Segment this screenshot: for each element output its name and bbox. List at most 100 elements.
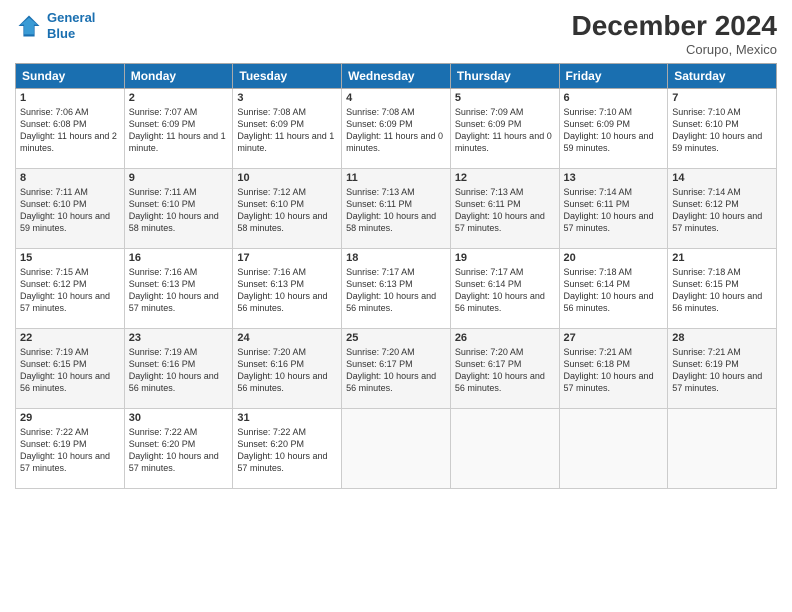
table-row: 26 Sunrise: 7:20 AM Sunset: 6:17 PM Dayl… bbox=[450, 329, 559, 409]
table-row: 5 Sunrise: 7:09 AM Sunset: 6:09 PM Dayli… bbox=[450, 89, 559, 169]
sunrise-label: Sunrise: 7:13 AM bbox=[346, 187, 415, 197]
day-number: 1 bbox=[20, 92, 120, 104]
table-row: 22 Sunrise: 7:19 AM Sunset: 6:15 PM Dayl… bbox=[16, 329, 125, 409]
day-info: Sunrise: 7:11 AM Sunset: 6:10 PM Dayligh… bbox=[20, 186, 120, 235]
sunset-label: Sunset: 6:19 PM bbox=[20, 439, 87, 449]
daylight-label: Daylight: 10 hours and 57 minutes. bbox=[237, 451, 327, 473]
day-info: Sunrise: 7:10 AM Sunset: 6:09 PM Dayligh… bbox=[564, 106, 664, 155]
logo-blue: Blue bbox=[47, 26, 75, 41]
sunset-label: Sunset: 6:11 PM bbox=[455, 199, 521, 209]
daylight-label: Daylight: 10 hours and 57 minutes. bbox=[564, 211, 654, 233]
day-number: 31 bbox=[237, 412, 337, 424]
title-block: December 2024 Corupo, Mexico bbox=[572, 10, 777, 57]
logo-icon bbox=[15, 12, 43, 40]
sunset-label: Sunset: 6:20 PM bbox=[237, 439, 304, 449]
daylight-label: Daylight: 10 hours and 56 minutes. bbox=[237, 291, 327, 313]
sunrise-label: Sunrise: 7:06 AM bbox=[20, 107, 89, 117]
day-info: Sunrise: 7:10 AM Sunset: 6:10 PM Dayligh… bbox=[672, 106, 772, 155]
table-row: 28 Sunrise: 7:21 AM Sunset: 6:19 PM Dayl… bbox=[668, 329, 777, 409]
day-number: 23 bbox=[129, 332, 229, 344]
day-number: 16 bbox=[129, 252, 229, 264]
day-number: 18 bbox=[346, 252, 446, 264]
sunset-label: Sunset: 6:09 PM bbox=[237, 119, 304, 129]
sunrise-label: Sunrise: 7:21 AM bbox=[564, 347, 633, 357]
table-row: 25 Sunrise: 7:20 AM Sunset: 6:17 PM Dayl… bbox=[342, 329, 451, 409]
daylight-label: Daylight: 10 hours and 56 minutes. bbox=[237, 371, 327, 393]
day-info: Sunrise: 7:06 AM Sunset: 6:08 PM Dayligh… bbox=[20, 106, 120, 155]
day-number: 25 bbox=[346, 332, 446, 344]
sunrise-label: Sunrise: 7:09 AM bbox=[455, 107, 524, 117]
day-info: Sunrise: 7:09 AM Sunset: 6:09 PM Dayligh… bbox=[455, 106, 555, 155]
day-number: 24 bbox=[237, 332, 337, 344]
location: Corupo, Mexico bbox=[572, 42, 777, 57]
daylight-label: Daylight: 10 hours and 56 minutes. bbox=[455, 291, 545, 313]
table-row: 16 Sunrise: 7:16 AM Sunset: 6:13 PM Dayl… bbox=[124, 249, 233, 329]
day-number: 2 bbox=[129, 92, 229, 104]
day-info: Sunrise: 7:21 AM Sunset: 6:19 PM Dayligh… bbox=[672, 346, 772, 395]
day-info: Sunrise: 7:18 AM Sunset: 6:15 PM Dayligh… bbox=[672, 266, 772, 315]
daylight-label: Daylight: 10 hours and 56 minutes. bbox=[346, 291, 436, 313]
day-number: 8 bbox=[20, 172, 120, 184]
day-number: 28 bbox=[672, 332, 772, 344]
table-row: 23 Sunrise: 7:19 AM Sunset: 6:16 PM Dayl… bbox=[124, 329, 233, 409]
sunrise-label: Sunrise: 7:19 AM bbox=[20, 347, 89, 357]
sunrise-label: Sunrise: 7:20 AM bbox=[346, 347, 415, 357]
table-row: 10 Sunrise: 7:12 AM Sunset: 6:10 PM Dayl… bbox=[233, 169, 342, 249]
day-info: Sunrise: 7:22 AM Sunset: 6:19 PM Dayligh… bbox=[20, 426, 120, 475]
table-row: 15 Sunrise: 7:15 AM Sunset: 6:12 PM Dayl… bbox=[16, 249, 125, 329]
day-info: Sunrise: 7:07 AM Sunset: 6:09 PM Dayligh… bbox=[129, 106, 229, 155]
day-number: 27 bbox=[564, 332, 664, 344]
sunset-label: Sunset: 6:09 PM bbox=[455, 119, 522, 129]
sunrise-label: Sunrise: 7:16 AM bbox=[129, 267, 198, 277]
daylight-label: Daylight: 10 hours and 56 minutes. bbox=[129, 371, 219, 393]
daylight-label: Daylight: 10 hours and 58 minutes. bbox=[129, 211, 219, 233]
sunset-label: Sunset: 6:14 PM bbox=[455, 279, 522, 289]
day-info: Sunrise: 7:16 AM Sunset: 6:13 PM Dayligh… bbox=[129, 266, 229, 315]
table-row: 4 Sunrise: 7:08 AM Sunset: 6:09 PM Dayli… bbox=[342, 89, 451, 169]
sunset-label: Sunset: 6:16 PM bbox=[129, 359, 196, 369]
day-info: Sunrise: 7:13 AM Sunset: 6:11 PM Dayligh… bbox=[346, 186, 446, 235]
col-friday: Friday bbox=[559, 64, 668, 89]
table-row bbox=[342, 409, 451, 489]
sunrise-label: Sunrise: 7:18 AM bbox=[672, 267, 741, 277]
month-title: December 2024 bbox=[572, 10, 777, 42]
day-info: Sunrise: 7:21 AM Sunset: 6:18 PM Dayligh… bbox=[564, 346, 664, 395]
calendar-header-row: Sunday Monday Tuesday Wednesday Thursday… bbox=[16, 64, 777, 89]
sunrise-label: Sunrise: 7:18 AM bbox=[564, 267, 633, 277]
table-row: 19 Sunrise: 7:17 AM Sunset: 6:14 PM Dayl… bbox=[450, 249, 559, 329]
day-info: Sunrise: 7:08 AM Sunset: 6:09 PM Dayligh… bbox=[237, 106, 337, 155]
day-info: Sunrise: 7:12 AM Sunset: 6:10 PM Dayligh… bbox=[237, 186, 337, 235]
daylight-label: Daylight: 10 hours and 56 minutes. bbox=[564, 291, 654, 313]
table-row: 17 Sunrise: 7:16 AM Sunset: 6:13 PM Dayl… bbox=[233, 249, 342, 329]
day-number: 26 bbox=[455, 332, 555, 344]
day-number: 17 bbox=[237, 252, 337, 264]
calendar-week-row: 8 Sunrise: 7:11 AM Sunset: 6:10 PM Dayli… bbox=[16, 169, 777, 249]
calendar-week-row: 29 Sunrise: 7:22 AM Sunset: 6:19 PM Dayl… bbox=[16, 409, 777, 489]
sunset-label: Sunset: 6:14 PM bbox=[564, 279, 631, 289]
sunrise-label: Sunrise: 7:22 AM bbox=[129, 427, 198, 437]
daylight-label: Daylight: 11 hours and 0 minutes. bbox=[346, 131, 443, 153]
day-number: 22 bbox=[20, 332, 120, 344]
daylight-label: Daylight: 10 hours and 56 minutes. bbox=[20, 371, 110, 393]
sunrise-label: Sunrise: 7:15 AM bbox=[20, 267, 89, 277]
sunrise-label: Sunrise: 7:13 AM bbox=[455, 187, 524, 197]
sunset-label: Sunset: 6:20 PM bbox=[129, 439, 196, 449]
day-number: 13 bbox=[564, 172, 664, 184]
sunrise-label: Sunrise: 7:21 AM bbox=[672, 347, 741, 357]
table-row: 7 Sunrise: 7:10 AM Sunset: 6:10 PM Dayli… bbox=[668, 89, 777, 169]
sunset-label: Sunset: 6:17 PM bbox=[455, 359, 522, 369]
calendar-table: Sunday Monday Tuesday Wednesday Thursday… bbox=[15, 63, 777, 489]
sunset-label: Sunset: 6:18 PM bbox=[564, 359, 631, 369]
day-info: Sunrise: 7:17 AM Sunset: 6:14 PM Dayligh… bbox=[455, 266, 555, 315]
page-container: General Blue December 2024 Corupo, Mexic… bbox=[0, 0, 792, 499]
daylight-label: Daylight: 10 hours and 59 minutes. bbox=[20, 211, 110, 233]
sunset-label: Sunset: 6:09 PM bbox=[129, 119, 196, 129]
day-info: Sunrise: 7:19 AM Sunset: 6:15 PM Dayligh… bbox=[20, 346, 120, 395]
daylight-label: Daylight: 10 hours and 57 minutes. bbox=[129, 451, 219, 473]
table-row: 13 Sunrise: 7:14 AM Sunset: 6:11 PM Dayl… bbox=[559, 169, 668, 249]
sunset-label: Sunset: 6:11 PM bbox=[564, 199, 630, 209]
sunset-label: Sunset: 6:10 PM bbox=[237, 199, 304, 209]
day-number: 5 bbox=[455, 92, 555, 104]
daylight-label: Daylight: 10 hours and 56 minutes. bbox=[346, 371, 436, 393]
table-row: 27 Sunrise: 7:21 AM Sunset: 6:18 PM Dayl… bbox=[559, 329, 668, 409]
